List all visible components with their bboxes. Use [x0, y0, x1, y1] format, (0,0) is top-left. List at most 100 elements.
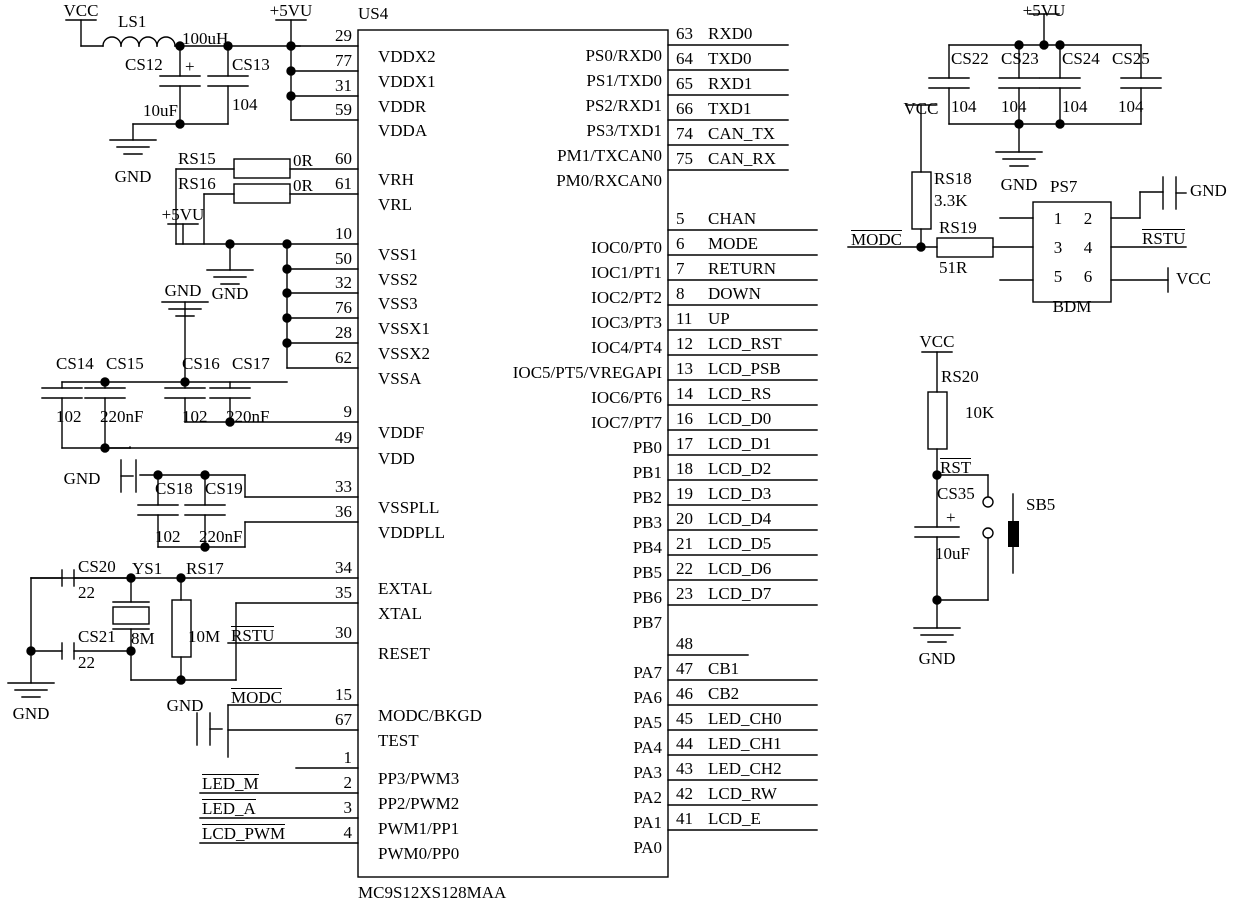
- net-label-5vu-right: +5VU: [1022, 1, 1066, 20]
- cs18-ref: CS18: [155, 479, 193, 498]
- right-pin-number-22: 22: [676, 559, 693, 578]
- right-pin-number-12: 12: [676, 334, 693, 353]
- left-pin-number-2: 2: [343, 773, 353, 792]
- cs22-value: 104: [951, 97, 977, 116]
- bdm-pin-4: 4: [1083, 238, 1093, 257]
- cs13-ref: CS13: [232, 55, 270, 74]
- right-pin-name-PS1-TXD0: PS1/TXD0: [586, 71, 662, 90]
- right-pin-number-44: 44: [676, 734, 693, 753]
- ls1-value: 100uH: [182, 29, 229, 48]
- left-pin-name-PWM0-PP0: PWM0/PP0: [378, 844, 460, 863]
- left-pin-name-VDDX1: VDDX1: [378, 72, 436, 91]
- rs20-ref: RS20: [941, 367, 979, 386]
- right-net-label-CAN_RX: CAN_RX: [708, 149, 777, 168]
- cs24-ref: CS24: [1062, 49, 1100, 68]
- ic-reference: US4: [358, 4, 389, 23]
- right-pin-number-16: 16: [676, 409, 693, 428]
- right-net-label-MODE: MODE: [708, 234, 759, 253]
- rs18-ref: RS18: [934, 169, 972, 188]
- left-pin-number-59: 59: [335, 100, 352, 119]
- right-net-label-LCD_D1: LCD_D1: [708, 434, 772, 453]
- left-pin-name-VDDF: VDDF: [378, 423, 425, 442]
- left-pin-number-62: 62: [335, 348, 352, 367]
- left-pin-number-30: 30: [335, 623, 352, 642]
- left-pin-number-67: 67: [335, 710, 352, 729]
- ys1-ref: YS1: [132, 559, 163, 578]
- left-pin-name-PP2-PWM2: PP2/PWM2: [378, 794, 460, 813]
- net-label-modc-right: MODC: [850, 230, 902, 249]
- left-pin-name-MODC-BKGD: MODC/BKGD: [378, 706, 482, 725]
- right-pin-name-PA2: PA2: [633, 788, 662, 807]
- right-pin-number-19: 19: [676, 484, 693, 503]
- right-pin-number-20: 20: [676, 509, 693, 528]
- left-pin-number-3: 3: [343, 798, 353, 817]
- left-pin-number-29: 29: [335, 26, 352, 45]
- right-net-label-CB1: CB1: [708, 659, 740, 678]
- bdm-pin-6: 6: [1083, 267, 1093, 286]
- cs25-value: 104: [1118, 97, 1144, 116]
- right-pin-number-11: 11: [676, 309, 693, 328]
- gnd-label-5: GND: [12, 704, 50, 723]
- right-net-label-LCD_D0: LCD_D0: [708, 409, 772, 428]
- left-pin-number-50: 50: [335, 249, 352, 268]
- left-pin-number-32: 32: [335, 273, 352, 292]
- gnd-label-6: GND: [166, 696, 204, 715]
- right-pin-number-45: 45: [676, 709, 693, 728]
- left-pin-number-33: 33: [335, 477, 352, 496]
- left-pin-name-VDDPLL: VDDPLL: [378, 523, 446, 542]
- cs21-ref: CS21: [78, 627, 116, 646]
- right-pin-name-PB5: PB5: [632, 563, 662, 582]
- right-pin-number-64: 64: [676, 49, 693, 68]
- left-net-label-LED_M: LED_M: [202, 774, 259, 793]
- right-pin-name-PA4: PA4: [633, 738, 662, 757]
- gnd-label-8: GND: [1190, 181, 1227, 200]
- right-net-label-TXD0: TXD0: [708, 49, 752, 68]
- right-net-label-LCD_RW: LCD_RW: [708, 784, 777, 803]
- left-pin-number-61: 61: [335, 174, 352, 193]
- right-pin-number-66: 66: [676, 99, 693, 118]
- left-pin-number-10: 10: [335, 224, 352, 243]
- right-pin-number-43: 43: [676, 759, 693, 778]
- cs35-ref: CS35: [937, 484, 975, 503]
- left-pin-name-VRL: VRL: [378, 195, 412, 214]
- rs18-value: 3.3K: [934, 191, 968, 210]
- cs17-value: 220nF: [226, 407, 270, 426]
- right-pin-number-14: 14: [676, 384, 693, 403]
- left-pin-number-1: 1: [343, 748, 353, 767]
- right-net-label-CB2: CB2: [708, 684, 740, 703]
- cs19-ref: CS19: [205, 479, 243, 498]
- right-pin-name-PA6: PA6: [633, 688, 662, 707]
- right-net-label-LED_CH2: LED_CH2: [708, 759, 782, 778]
- cs12-polarity: +: [185, 57, 195, 76]
- rs15-ref: RS15: [178, 149, 216, 168]
- right-pin-number-42: 42: [676, 784, 693, 803]
- right-pin-number-48: 48: [676, 634, 693, 653]
- right-net-label-LCD_PSB: LCD_PSB: [708, 359, 781, 378]
- left-pin-number-36: 36: [335, 502, 352, 521]
- right-pin-name-IOC2-PT2: IOC2/PT2: [591, 288, 662, 307]
- right-net-label-LCD_D3: LCD_D3: [708, 484, 772, 503]
- cs23-ref: CS23: [1001, 49, 1039, 68]
- left-pin-name-RESET: RESET: [378, 644, 430, 663]
- rs19-ref: RS19: [939, 218, 977, 237]
- right-pin-number-47: 47: [676, 659, 693, 678]
- rs19-value: 51R: [939, 258, 968, 277]
- gnd-label-7: GND: [1000, 175, 1038, 194]
- left-pin-name-VSSX1: VSSX1: [378, 319, 430, 338]
- cs16-ref: CS16: [182, 354, 220, 373]
- right-net-label-LCD_D4: LCD_D4: [708, 509, 772, 528]
- right-pin-number-7: 7: [676, 259, 685, 278]
- left-pin-name-VDDX2: VDDX2: [378, 47, 436, 66]
- left-pin-name-VSSX2: VSSX2: [378, 344, 430, 363]
- rs17-ref: RS17: [186, 559, 224, 578]
- right-pin-number-17: 17: [676, 434, 693, 453]
- left-pin-name-VSS3: VSS3: [378, 294, 418, 313]
- left-pin-name-VSS1: VSS1: [378, 245, 418, 264]
- left-pin-number-49: 49: [335, 428, 352, 447]
- right-pin-name-PB2: PB2: [632, 488, 662, 507]
- left-pin-number-76: 76: [335, 298, 352, 317]
- right-net-label-RETURN: RETURN: [708, 259, 776, 278]
- right-pin-name-IOC1-PT1: IOC1/PT1: [591, 263, 662, 282]
- left-pin-name-EXTAL: EXTAL: [378, 579, 433, 598]
- left-pin-name-VRH: VRH: [378, 170, 414, 189]
